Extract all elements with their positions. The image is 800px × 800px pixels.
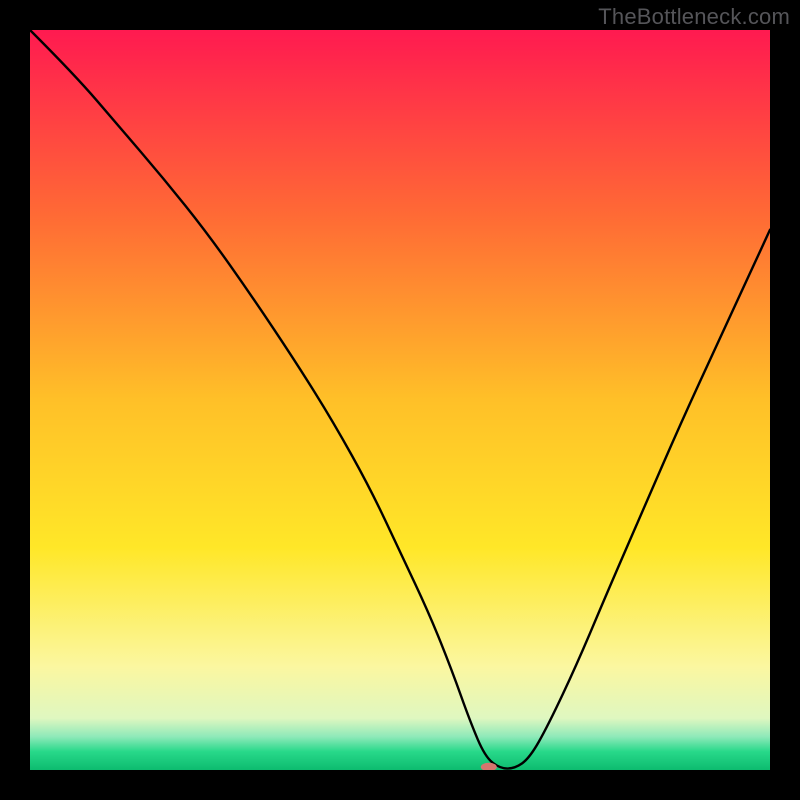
- plot-area: [30, 30, 770, 770]
- chart-frame: TheBottleneck.com: [0, 0, 800, 800]
- gradient-background: [30, 30, 770, 770]
- bottleneck-chart: [30, 30, 770, 770]
- watermark-text: TheBottleneck.com: [598, 4, 790, 30]
